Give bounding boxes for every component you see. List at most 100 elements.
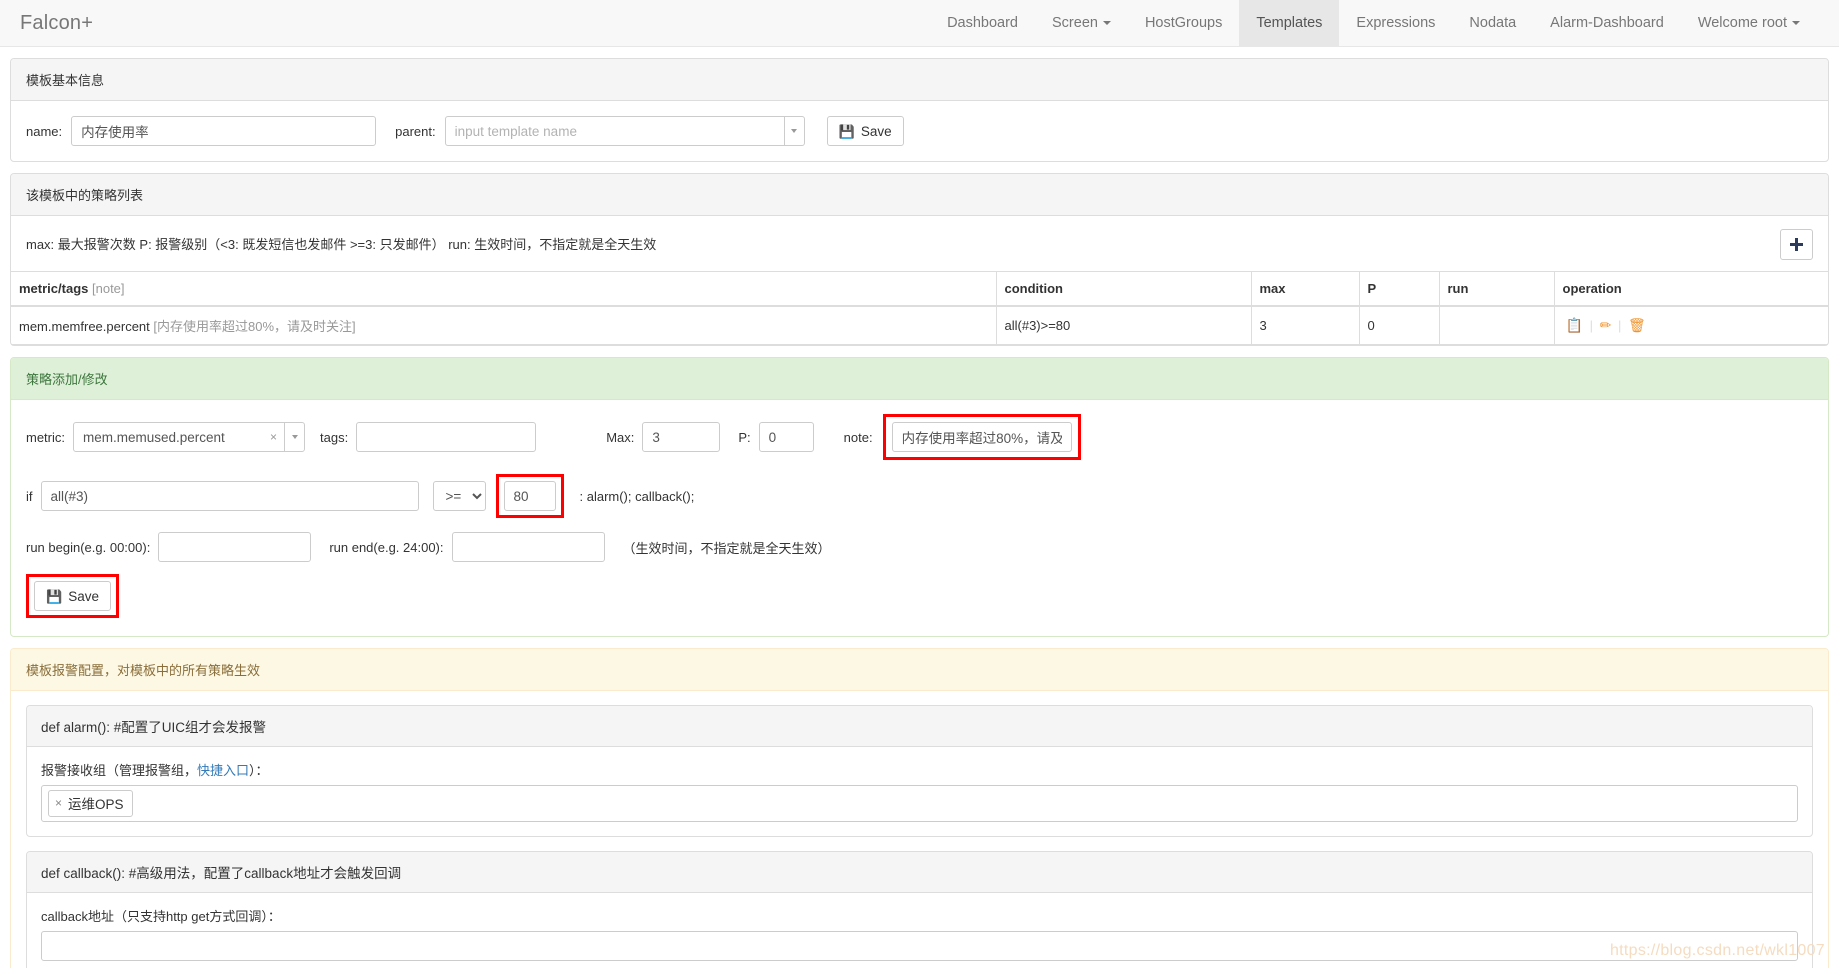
- edit-icon[interactable]: ✏: [1600, 317, 1612, 333]
- nav-item-alarm-dashboard[interactable]: Alarm-Dashboard: [1533, 0, 1681, 46]
- alarm-def-body: 报警接收组（管理报警组，快捷入口）： × 运维OPS: [27, 747, 1812, 836]
- nav-item-screen[interactable]: Screen: [1035, 0, 1128, 46]
- strategy-form-row-condition: if >= : alarm(); callback();: [26, 474, 1813, 518]
- save-annotation-box: 💾 Save: [26, 574, 119, 618]
- parent-select-value: input template name: [454, 123, 577, 139]
- chevron-down-icon[interactable]: [284, 423, 304, 451]
- run-begin-label: run begin(e.g. 00:00):: [26, 539, 151, 555]
- chevron-down-icon[interactable]: [783, 117, 804, 145]
- brand-logo[interactable]: Falcon+: [0, 0, 115, 46]
- cell-max: 3: [1251, 306, 1360, 345]
- threshold-annotation-box: [495, 474, 564, 518]
- max-input[interactable]: [642, 422, 721, 452]
- row-note: [内存使用率超过80%，请及时关注]: [153, 319, 356, 334]
- col-metric-tags: metric/tags [note]: [11, 271, 997, 307]
- plus-icon: [1790, 238, 1803, 251]
- template-name-input[interactable]: [71, 116, 377, 146]
- nav-item-welcome-root[interactable]: Welcome root: [1681, 0, 1817, 46]
- remove-icon[interactable]: ×: [55, 796, 62, 810]
- threshold-input[interactable]: [503, 481, 556, 511]
- run-begin-input[interactable]: [158, 532, 312, 562]
- strategy-list-heading: 该模板中的策略列表: [11, 174, 1828, 216]
- save-strategy-button[interactable]: 💾 Save: [34, 581, 111, 611]
- clone-icon[interactable]: 📋: [1566, 317, 1583, 333]
- callback-def-body: callback地址（只支持http get方式回调）： 回调之前发提醒短信 回…: [27, 893, 1812, 968]
- nav-item-label: Templates: [1256, 15, 1323, 31]
- callback-def-title: def callback(): #高级用法，配置了callback地址才会触发回…: [27, 852, 1812, 893]
- alarm-group-label-pre: 报警接收组（管理报警组，: [41, 763, 198, 778]
- operation-separator: |: [1589, 318, 1593, 333]
- cell-run: [1439, 306, 1555, 345]
- p-input[interactable]: [758, 422, 814, 452]
- col-operation: operation: [1554, 271, 1828, 307]
- chevron-down-icon: [1102, 21, 1111, 25]
- col-metric-main: metric/tags: [19, 281, 89, 296]
- manage-alarm-group-link[interactable]: 快捷入口: [197, 763, 249, 778]
- content-wrap: 模板基本信息 name: parent: input template name…: [0, 47, 1839, 968]
- save-icon: 💾: [838, 123, 855, 139]
- alarm-group-tagbox[interactable]: × 运维OPS: [41, 785, 1798, 822]
- nav-item-dashboard[interactable]: Dashboard: [930, 0, 1035, 46]
- cell-operation: 📋 | ✏ | 🗑: [1554, 306, 1828, 345]
- nav-items: Dashboard Screen HostGroups Templates Ex…: [930, 0, 1839, 46]
- nav-item-label: Alarm-Dashboard: [1550, 15, 1664, 31]
- note-annotation-box: [882, 414, 1081, 460]
- nav-item-templates[interactable]: Templates: [1239, 0, 1340, 46]
- alarm-config-heading: 模板报警配置，对模板中的所有策略生效: [11, 649, 1828, 691]
- action-text: : alarm(); callback();: [579, 488, 695, 504]
- tags-input[interactable]: [356, 422, 537, 452]
- nav-item-label: Expressions: [1356, 15, 1436, 31]
- table-header-row: metric/tags [note] condition max P run o…: [11, 271, 1828, 307]
- top-navbar: Falcon+ Dashboard Screen HostGroups Temp…: [0, 0, 1839, 47]
- watermark: https://blog.csdn.net/wkl1007: [1609, 942, 1825, 959]
- col-metric-note: [note]: [92, 281, 125, 296]
- function-input[interactable]: [40, 481, 419, 511]
- nav-item-label: Welcome root: [1697, 15, 1787, 31]
- alarm-def-title: def alarm(): #配置了UIC组才会发报警: [27, 706, 1812, 747]
- strategy-table-body: mem.memfree.percent [内存使用率超过80%，请及时关注] a…: [11, 306, 1828, 345]
- add-strategy-button[interactable]: [1780, 229, 1813, 260]
- chevron-down-icon: [1792, 21, 1800, 25]
- strategy-form-row-run: run begin(e.g. 00:00): run end(e.g. 24:0…: [26, 532, 1813, 562]
- note-label: note:: [843, 429, 873, 445]
- col-p: P: [1359, 271, 1440, 307]
- operator-select[interactable]: >=: [432, 481, 486, 511]
- name-label: name:: [26, 123, 63, 139]
- note-input[interactable]: [891, 422, 1072, 452]
- alarm-group-tag-label: 运维OPS: [68, 797, 124, 812]
- save-icon: 💾: [46, 588, 63, 604]
- delete-icon[interactable]: 🗑: [1628, 317, 1646, 333]
- run-end-input[interactable]: [451, 532, 605, 562]
- alarm-config-body: def alarm(): #配置了UIC组才会发报警 报警接收组（管理报警组，快…: [11, 691, 1828, 968]
- save-template-button[interactable]: 💾 Save: [826, 116, 904, 146]
- strategy-table: metric/tags [note] condition max P run o…: [11, 271, 1828, 345]
- max-label: Max:: [606, 429, 635, 445]
- row-metric: mem.memfree.percent: [19, 319, 150, 334]
- nav-item-hostgroups[interactable]: HostGroups: [1128, 0, 1239, 46]
- parent-template-select[interactable]: input template name: [444, 116, 805, 146]
- cell-metric-tags: mem.memfree.percent [内存使用率超过80%，请及时关注]: [11, 306, 997, 345]
- nav-item-label: Dashboard: [947, 15, 1018, 31]
- nav-item-label: Screen: [1052, 15, 1098, 31]
- save-strategy-label: Save: [68, 588, 99, 604]
- alarm-group-tag[interactable]: × 运维OPS: [48, 790, 133, 817]
- callback-url-label: callback地址（只支持http get方式回调）：: [41, 909, 281, 924]
- strategy-form-panel: 策略添加/修改 metric: mem.memused.percent × ta…: [10, 357, 1829, 637]
- strategy-list-panel: 该模板中的策略列表 max: 最大报警次数 P: 报警级别（<3: 既发短信也发…: [10, 173, 1829, 346]
- template-basic-form: name: parent: input template name 💾 Save: [26, 116, 1813, 146]
- cell-condition: all(#3)>=80: [996, 306, 1252, 345]
- metric-select[interactable]: mem.memused.percent ×: [73, 422, 305, 452]
- nav-item-label: Nodata: [1469, 15, 1517, 31]
- nav-item-nodata[interactable]: Nodata: [1452, 0, 1533, 46]
- cell-p: 0: [1359, 306, 1440, 345]
- callback-url-input[interactable]: [41, 931, 1798, 961]
- strategy-list-toolbar: max: 最大报警次数 P: 报警级别（<3: 既发短信也发邮件 >=3: 只发…: [11, 216, 1828, 271]
- clear-icon[interactable]: ×: [263, 430, 284, 444]
- strategy-form-row-save: 💾 Save: [26, 574, 1813, 618]
- callback-def-subpanel: def callback(): #高级用法，配置了callback地址才会触发回…: [26, 851, 1813, 968]
- strategy-table-head: metric/tags [note] condition max P run o…: [11, 271, 1828, 307]
- nav-item-expressions[interactable]: Expressions: [1339, 0, 1452, 46]
- strategy-form-heading: 策略添加/修改: [11, 358, 1828, 400]
- strategy-legend: max: 最大报警次数 P: 报警级别（<3: 既发短信也发邮件 >=3: 只发…: [26, 237, 657, 252]
- strategy-form-body: metric: mem.memused.percent × tags: Max:…: [11, 400, 1828, 636]
